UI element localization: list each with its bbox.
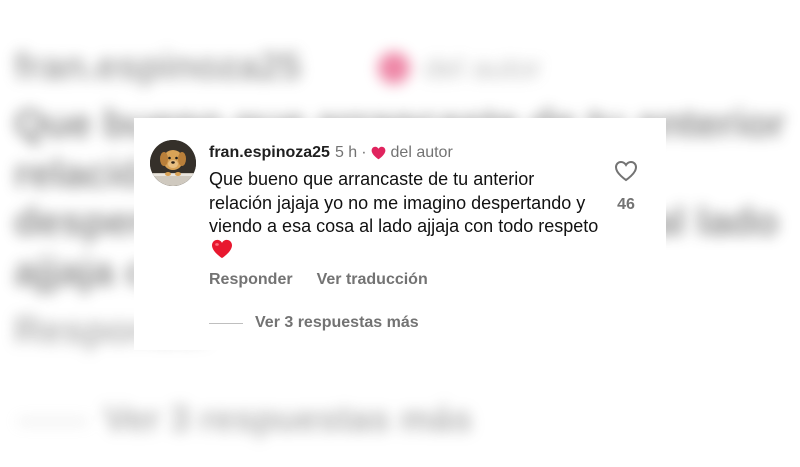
- separator: ·: [361, 144, 367, 161]
- comment-text: Que bueno que arrancaste de tu anterior …: [209, 168, 599, 262]
- heart-outline-icon[interactable]: [614, 160, 638, 182]
- red-heart-icon: [212, 239, 232, 258]
- reply-button[interactable]: Responder: [209, 271, 293, 289]
- avatar[interactable]: [150, 140, 196, 186]
- bg-heart-icon: [378, 52, 410, 84]
- dog-photo-icon: [150, 140, 196, 186]
- heart-icon: [371, 146, 385, 160]
- comment-actions: Responder Ver traducción: [209, 271, 428, 289]
- bg-username: fran.espinoza25: [14, 46, 302, 88]
- translate-button[interactable]: Ver traducción: [317, 271, 428, 289]
- comment-card: fran.espinoza25 5 h · del autor Que buen…: [134, 118, 666, 350]
- bg-author-label: del autor: [424, 52, 541, 85]
- username-link[interactable]: fran.espinoza25: [209, 144, 330, 162]
- bg-divider: [18, 420, 88, 423]
- replies-divider: [209, 322, 243, 324]
- like-column: 46: [610, 160, 642, 214]
- like-count: 46: [617, 196, 635, 213]
- bg-replies-label: Ver 3 respuestas más: [104, 398, 473, 439]
- timestamp: 5 h: [334, 144, 358, 161]
- comment-header: fran.espinoza25 5 h · del autor: [209, 143, 453, 163]
- view-replies-button[interactable]: Ver 3 respuestas más: [255, 314, 419, 332]
- liked-by-author-label: del autor: [390, 144, 453, 161]
- comment-body: Que bueno que arrancaste de tu anterior …: [209, 169, 599, 236]
- view-replies-row: Ver 3 respuestas más: [209, 314, 419, 332]
